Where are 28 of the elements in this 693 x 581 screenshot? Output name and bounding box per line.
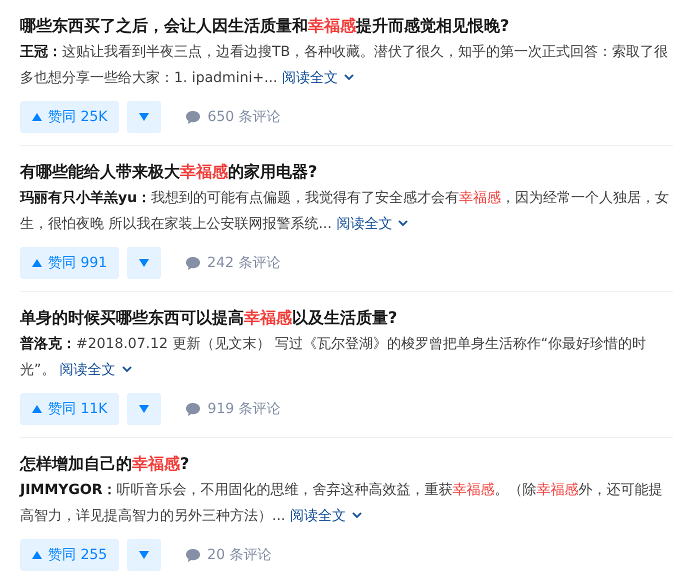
question-title[interactable]: 哪些东西买了之后，会让人因生活质量和幸福感提升而感觉相见恨晚? [20,13,673,39]
downvote-button[interactable] [127,393,162,425]
speech-bubble-icon [185,548,202,562]
read-more-link[interactable]: 阅读全文 [290,508,363,524]
downvote-button[interactable] [127,101,162,133]
triangle-up-icon [32,551,42,559]
answer-excerpt: JIMMYGOR：听听音乐会，不用固化的思维，舍弃这种高效益，重获幸福感。（除幸福感外，还可能提高智力，详见提高智力的另外三种方法）... 阅读全文 [20,481,664,526]
triangle-down-icon [139,113,150,121]
read-more-link[interactable]: 阅读全文 [60,362,133,378]
question-title[interactable]: 有哪些能给人带来极大幸福感的家用电器? [20,159,673,185]
speech-bubble-icon [185,402,202,416]
answer-excerpt: 王冠：这贴让我看到半夜三点，边看边搜TB，各种收藏。潜伏了很久，知乎的第一次正式回答：索取了很多也想分享一些给大家：1. ipadmini+... 阅读全文 [20,43,670,88]
read-more-link[interactable]: 阅读全文 [336,216,410,232]
downvote-button[interactable] [127,247,162,279]
triangle-down-icon [139,405,150,413]
triangle-up-icon [32,113,42,121]
answer-excerpt: 玛丽有只小羊羔yu：我想到的可能有点偏题，我觉得有了安全感才会有幸福感，因为经常一个人独居，女生，很怕夜晚 所以我在家装上公安联网报警系统... 阅读全文 [20,189,670,234]
question-title[interactable]: 单身的时候买哪些东西可以提高幸福感以及生活质量? [20,305,673,331]
read-more-link[interactable]: 阅读全文 [282,70,355,86]
downvote-button[interactable] [127,539,162,571]
triangle-down-icon [139,551,150,559]
triangle-down-icon [139,259,150,267]
triangle-up-icon [32,405,42,413]
speech-bubble-icon [185,110,202,124]
triangle-up-icon [32,259,42,267]
answer-excerpt: 普洛克：#2018.07.12 更新（见文末） 写过《瓦尔登湖》的梭罗曾把单身生活称作“你最好珍惜的时光”。 阅读全文 [20,334,648,380]
speech-bubble-icon [185,256,202,270]
question-title[interactable]: 怎样增加自己的幸福感? [20,451,673,477]
